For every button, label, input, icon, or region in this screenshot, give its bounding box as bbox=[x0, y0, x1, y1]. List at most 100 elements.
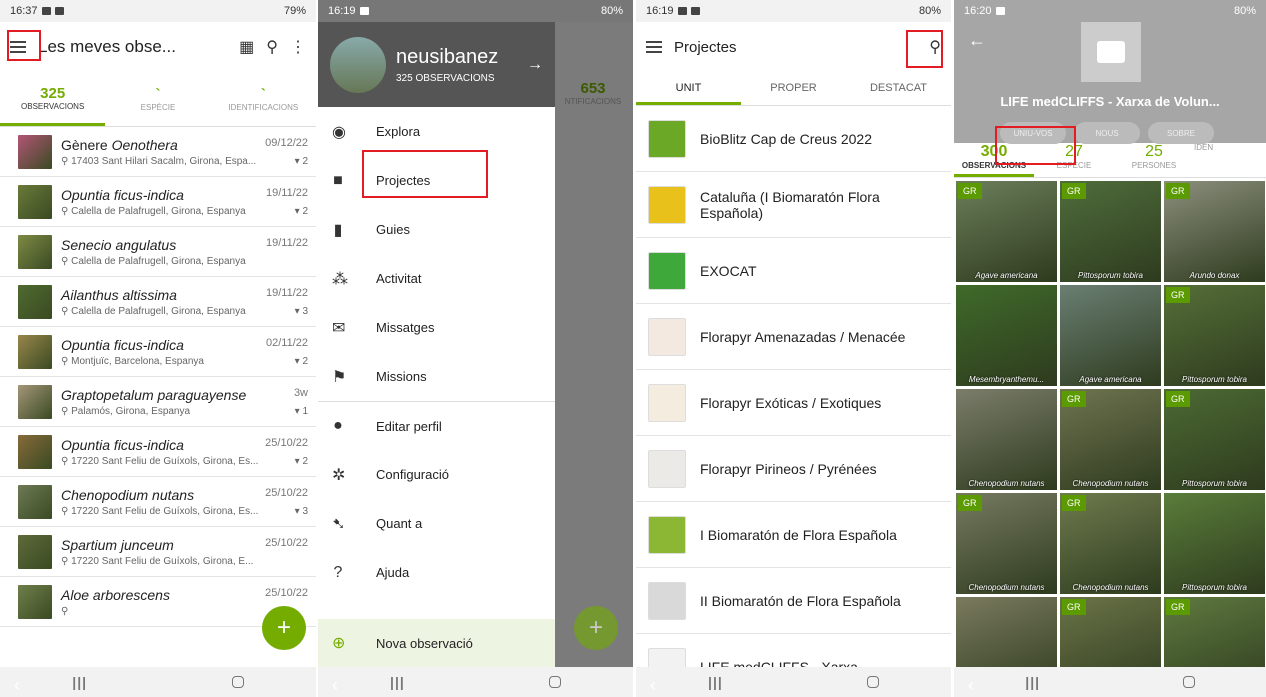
taxon-name: Opuntia ficus-indica bbox=[61, 336, 184, 353]
tab-unit[interactable]: UNIT bbox=[636, 72, 741, 105]
project-name: Cataluña (I Biomaratón Flora Española) bbox=[700, 188, 880, 221]
drawer-item-ajuda[interactable]: ? Ajuda bbox=[318, 548, 555, 597]
project-name: Florapyr Amenazadas / Menacée bbox=[700, 328, 906, 345]
drawer-item-icon: ⚑ bbox=[332, 368, 347, 386]
photo-taxon-label: Pittosporum tobira bbox=[1182, 583, 1247, 592]
search-icon[interactable]: ⚲ bbox=[266, 37, 278, 57]
drawer-item-icon: ✲ bbox=[332, 466, 346, 484]
observation-date: 25/10/22 bbox=[265, 586, 308, 599]
observation-row[interactable]: Spartium junceum 25/10/22 ⚲ 17220 Sant Fe… bbox=[0, 527, 316, 577]
profile-header[interactable]: neusibanez 325 OBSERVACIONS → bbox=[318, 22, 555, 107]
project-row[interactable]: II Biomaratón de Flora Española bbox=[636, 568, 951, 634]
observation-row[interactable]: Opuntia ficus-indica 25/10/22 ⚲ 17220 San… bbox=[0, 427, 316, 477]
back-icon[interactable]: ‹ bbox=[968, 675, 974, 696]
project-row[interactable]: Florapyr Pirineos / Pyrénées bbox=[636, 436, 951, 502]
drawer-item-explora[interactable]: ◉ Explora bbox=[318, 107, 555, 156]
drawer-item-missatges[interactable]: ✉ Missatges bbox=[318, 303, 555, 352]
photo-taxon-label: Mesembryanthemu... bbox=[968, 375, 1045, 384]
grid-view-icon[interactable]: ▦ bbox=[239, 37, 254, 57]
project-row[interactable]: Florapyr Amenazadas / Menacée bbox=[636, 304, 951, 370]
taxon-name: Chenopodium nutans bbox=[61, 486, 195, 503]
project-name: BioBlitz Cap de Creus 2022 bbox=[700, 130, 872, 147]
home-icon[interactable] bbox=[866, 676, 879, 688]
observation-photo[interactable]: Chenopodium nutans bbox=[956, 389, 1057, 490]
arrow-right-icon[interactable]: → bbox=[527, 56, 543, 74]
observation-thumbnail bbox=[18, 384, 52, 419]
recents-icon[interactable]: ||| bbox=[390, 674, 405, 690]
new-observation-item[interactable]: ⊕ Nova observació bbox=[318, 619, 555, 667]
observation-row[interactable]: Senecio angulatus 19/11/22 ⚲ Calella de P… bbox=[0, 227, 316, 277]
drawer-item-icon: ■ bbox=[333, 171, 343, 189]
project-row[interactable]: I Biomaratón de Flora Española bbox=[636, 502, 951, 568]
tab-observations[interactable]: 325 OBSERVACIONS bbox=[0, 72, 106, 126]
back-icon[interactable]: ‹ bbox=[14, 675, 20, 696]
observation-photo[interactable]: GR Chenopodium nutans bbox=[1060, 389, 1161, 490]
tab-people[interactable]: 25 PERSONES bbox=[1114, 143, 1194, 177]
status-bar: 16:19 80% bbox=[318, 0, 633, 22]
observation-photo[interactable]: GR Chenopodium nutans bbox=[956, 493, 1057, 594]
observations-screen: 16:37 79% Les meves obse... ▦ ⚲ ⋮ 325 OBS… bbox=[0, 0, 316, 697]
drawer-item-label: Missatges bbox=[376, 320, 435, 335]
page-title: Les meves obse... bbox=[38, 37, 176, 56]
taxon-name: Senecio angulatus bbox=[61, 236, 177, 253]
observation-row[interactable]: Graptopetalum paraguayense 3w ⚲ Palamós, … bbox=[0, 377, 316, 427]
project-row[interactable]: EXOCAT bbox=[636, 238, 951, 304]
page-title: Projectes bbox=[674, 38, 737, 56]
identifications-count: ▾ 2 bbox=[294, 205, 308, 217]
drawer-item-editar-perfil[interactable]: ● Editar perfil bbox=[318, 401, 555, 450]
observation-photo[interactable]: Agave americana bbox=[1060, 285, 1161, 386]
observation-photo[interactable]: Mesembryanthemu... bbox=[956, 285, 1057, 386]
back-icon[interactable]: ‹ bbox=[650, 675, 656, 696]
app-bar: Les meves obse... ▦ ⚲ ⋮ bbox=[0, 22, 316, 72]
observation-photo[interactable]: GR Agave americana bbox=[956, 181, 1057, 282]
highlight-menu bbox=[7, 30, 41, 61]
photo-grid: GR Agave americana GR Pittosporum tobira GR A… bbox=[954, 178, 1266, 697]
research-grade-badge: GR bbox=[958, 495, 982, 511]
observation-row[interactable]: Gènere Oenothera 09/12/22 ⚲ 17403 Sant Hi… bbox=[0, 127, 316, 177]
add-observation-button[interactable]: + bbox=[262, 606, 306, 650]
observation-row[interactable]: Ailanthus altissima 19/11/22 ⚲ Calella de… bbox=[0, 277, 316, 327]
tab-identifications[interactable]: ` IDENTIFICACIONS bbox=[211, 72, 316, 126]
back-arrow-icon[interactable]: ← bbox=[968, 30, 986, 51]
home-icon[interactable] bbox=[231, 676, 244, 688]
drawer-item-missions[interactable]: ⚑ Missions bbox=[318, 352, 555, 401]
tab-species[interactable]: ` ESPÈCIE bbox=[105, 72, 210, 126]
more-options-icon[interactable]: ⋮ bbox=[290, 37, 306, 57]
observation-photo[interactable]: Pittosporum tobira bbox=[1164, 493, 1265, 594]
observation-row[interactable]: Chenopodium nutans 25/10/22 ⚲ 17220 Sant … bbox=[0, 477, 316, 527]
observation-photo[interactable]: GR Chenopodium nutans bbox=[1060, 493, 1161, 594]
observation-photo[interactable]: GR Pittosporum tobira bbox=[1164, 285, 1265, 386]
project-row[interactable]: BioBlitz Cap de Creus 2022 bbox=[636, 106, 951, 172]
drawer-item-label: Guies bbox=[376, 222, 410, 237]
drawer-item-activitat[interactable]: ⁂ Activitat bbox=[318, 254, 555, 303]
recents-icon[interactable]: ||| bbox=[1025, 674, 1040, 690]
drawer-item-label: Missions bbox=[376, 369, 427, 384]
project-row[interactable]: Cataluña (I Biomaratón Flora Española) bbox=[636, 172, 951, 238]
news-button[interactable]: NOUS bbox=[1074, 122, 1140, 144]
observation-photo[interactable]: GR Pittosporum tobira bbox=[1060, 181, 1161, 282]
recents-icon[interactable]: ||| bbox=[708, 674, 723, 690]
observation-photo[interactable]: GR Pittosporum tobira bbox=[1164, 389, 1265, 490]
observation-row[interactable]: Opuntia ficus-indica 19/11/22 ⚲ Calella d… bbox=[0, 177, 316, 227]
drawer-item-quant-a[interactable]: ➷ Quant a bbox=[318, 499, 555, 548]
drawer-item-guies[interactable]: ▮ Guies bbox=[318, 205, 555, 254]
menu-icon[interactable] bbox=[646, 41, 662, 53]
tab-destacat[interactable]: DESTACAT bbox=[846, 72, 951, 105]
tab-identifiers[interactable]: IDEN bbox=[1194, 143, 1234, 177]
observation-row[interactable]: Opuntia ficus-indica 02/11/22 ⚲ Montjuïc,… bbox=[0, 327, 316, 377]
observation-photo[interactable]: GR Arundo donax bbox=[1164, 181, 1265, 282]
about-button[interactable]: SOBRE bbox=[1148, 122, 1214, 144]
add-observation-button[interactable]: + bbox=[574, 606, 618, 650]
location-pin-icon: ⚲ bbox=[61, 405, 72, 417]
recents-icon[interactable]: ||| bbox=[72, 674, 87, 690]
observation-thumbnail bbox=[18, 434, 52, 469]
project-logo-icon bbox=[648, 251, 686, 290]
drawer-item-icon: ⁂ bbox=[332, 270, 348, 288]
home-icon[interactable] bbox=[1182, 676, 1195, 688]
project-row[interactable]: Florapyr Exóticas / Exotiques bbox=[636, 370, 951, 436]
back-icon[interactable]: ‹ bbox=[332, 675, 338, 696]
research-grade-badge: GR bbox=[1062, 391, 1086, 407]
home-icon[interactable] bbox=[548, 676, 561, 688]
drawer-item-configuració[interactable]: ✲ Configuració bbox=[318, 450, 555, 499]
tab-proper[interactable]: PROPER bbox=[741, 72, 846, 105]
